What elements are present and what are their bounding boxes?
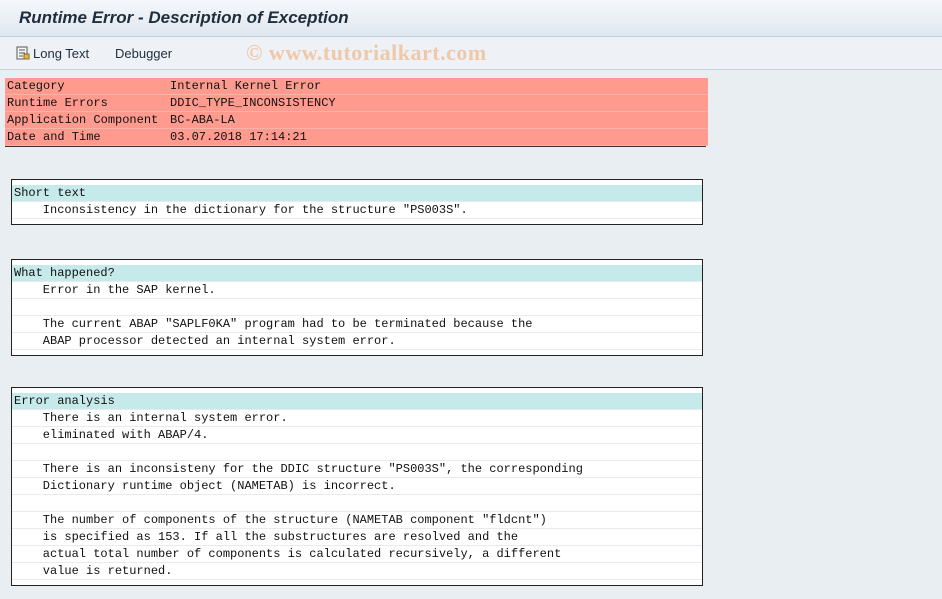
header-value: Internal Kernel Error bbox=[170, 79, 322, 93]
long-text-icon bbox=[16, 46, 30, 60]
section-line: There is an inconsisteny for the DDIC st… bbox=[12, 461, 702, 478]
long-text-label: Long Text bbox=[33, 45, 90, 61]
section-box: What happened? Error in the SAP kernel. … bbox=[11, 259, 703, 356]
header-key: Runtime Errors bbox=[7, 96, 108, 110]
section-line: There is an internal system error. bbox=[12, 410, 702, 427]
section-title: What happened? bbox=[12, 265, 702, 282]
section-title: Short text bbox=[12, 185, 702, 202]
section-line: value is returned. bbox=[12, 563, 702, 580]
header-row: Date and Time 03.07.2018 17:14:21 bbox=[5, 129, 708, 146]
section-line: ABAP processor detected an internal syst… bbox=[12, 333, 702, 350]
section-line: is specified as 153. If all the substruc… bbox=[12, 529, 702, 546]
header-value: BC-ABA-LA bbox=[170, 113, 235, 127]
section-line: Inconsistency in the dictionary for the … bbox=[12, 202, 702, 219]
section-line: The number of components of the structur… bbox=[12, 512, 702, 529]
section-box: Short text Inconsistency in the dictiona… bbox=[11, 179, 703, 225]
section-line: actual total number of components is cal… bbox=[12, 546, 702, 563]
section-line: Error in the SAP kernel. bbox=[12, 282, 702, 299]
title-bar: Runtime Error - Description of Exception bbox=[0, 0, 942, 37]
header-value: 03.07.2018 17:14:21 bbox=[170, 130, 307, 144]
section-line: The current ABAP "SAPLF0KA" program had … bbox=[12, 316, 702, 333]
window-title: Runtime Error - Description of Exception bbox=[19, 8, 349, 27]
header-divider bbox=[5, 146, 706, 147]
header-row: Category Internal Kernel Error bbox=[5, 78, 708, 95]
header-key: Category bbox=[7, 79, 65, 93]
section-line: eliminated with ABAP/4. bbox=[12, 427, 702, 444]
section-box: Error analysis There is an internal syst… bbox=[11, 387, 703, 586]
header-row: Runtime Errors DDIC_TYPE_INCONSISTENCY bbox=[5, 95, 708, 112]
section-line bbox=[12, 299, 702, 316]
header-key: Date and Time bbox=[7, 130, 101, 144]
long-text-button[interactable]: Long Text bbox=[16, 44, 89, 62]
section-line bbox=[12, 495, 702, 512]
section-title: Error analysis bbox=[12, 393, 702, 410]
debugger-button[interactable]: Debugger bbox=[115, 44, 172, 62]
debugger-label: Debugger bbox=[115, 45, 173, 61]
header-row: Application Component BC-ABA-LA bbox=[5, 112, 708, 129]
section-line: Dictionary runtime object (NAMETAB) is i… bbox=[12, 478, 702, 495]
header-value: DDIC_TYPE_INCONSISTENCY bbox=[170, 96, 336, 110]
header-key: Application Component bbox=[7, 113, 159, 127]
watermark: © www.tutorialkart.com bbox=[246, 40, 487, 65]
error-header-table: Category Internal Kernel Error Runtime Err… bbox=[5, 78, 708, 146]
section-line bbox=[12, 444, 702, 461]
